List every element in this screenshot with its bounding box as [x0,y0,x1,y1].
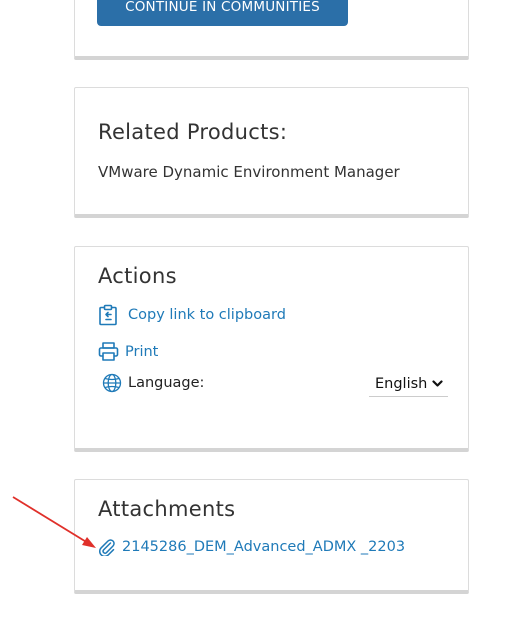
paperclip-icon [98,538,116,556]
globe-icon [102,373,122,393]
continue-in-communities-label: CONTINUE IN COMMUNITIES [125,0,320,15]
attachments-card: Attachments 2145286_DEM_Advanced_ADMX _2… [74,479,469,594]
language-value: English [375,375,428,392]
communities-card: CONTINUE IN COMMUNITIES [74,0,469,60]
actions-title: Actions [98,264,177,288]
clipboard-copy-icon [98,304,119,326]
copy-link-to-clipboard-link[interactable]: Copy link to clipboard [98,304,286,326]
printer-icon [98,342,119,361]
continue-in-communities-button[interactable]: CONTINUE IN COMMUNITIES [97,0,348,26]
related-product-name: VMware Dynamic Environment Manager [98,163,400,181]
attachments-title: Attachments [98,497,236,521]
copy-link-label: Copy link to clipboard [128,307,286,323]
print-link[interactable]: Print [98,342,158,361]
attachment-file-link[interactable]: 2145286_DEM_Advanced_ADMX _2203 [98,538,405,556]
language-row: Language: English [102,373,448,403]
print-label: Print [125,343,159,360]
language-label-group: Language: [102,373,204,393]
language-select[interactable]: English [369,371,448,397]
language-label: Language: [128,375,205,391]
attachment-file-name: 2145286_DEM_Advanced_ADMX _2203 [122,539,406,555]
chevron-down-icon [432,379,443,388]
actions-card: Actions Copy link to clipboard Print Lan… [74,246,469,452]
related-products-card: Related Products: VMware Dynamic Environ… [74,87,469,218]
related-products-title: Related Products: [98,120,288,144]
